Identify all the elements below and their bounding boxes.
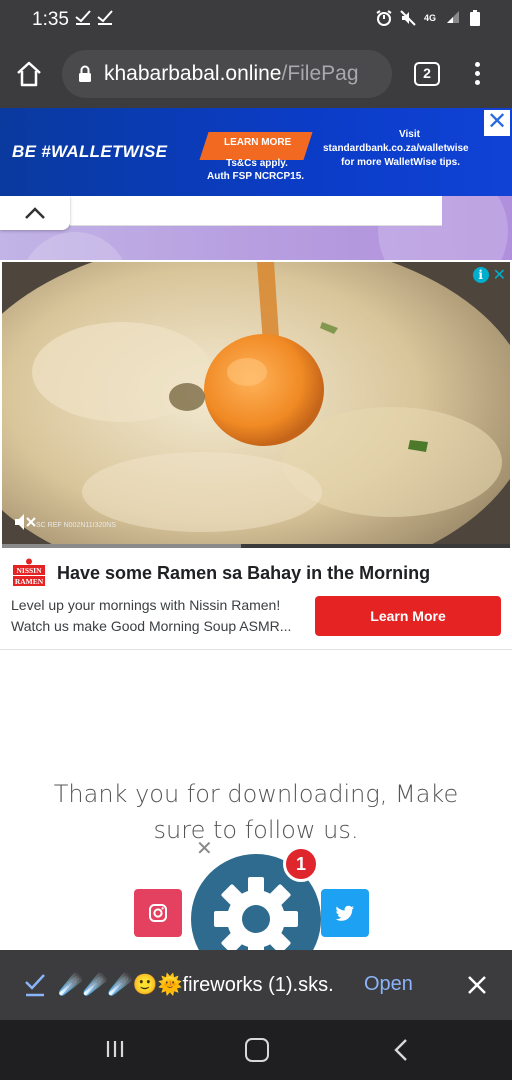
recent-apps-icon[interactable]	[104, 1038, 126, 1060]
popup-close-icon[interactable]: ✕	[196, 836, 213, 861]
chevron-up-icon	[25, 207, 45, 219]
learn-more-button[interactable]: Learn More	[315, 596, 501, 636]
status-bar: 1:35 4G	[0, 0, 512, 40]
signal-icon	[446, 10, 460, 26]
dismiss-download-icon[interactable]	[466, 974, 488, 996]
status-time: 1:35	[32, 9, 69, 30]
volume-muted-icon[interactable]	[14, 512, 36, 532]
banner-visit-3: for more WalletWise tips.	[341, 157, 461, 168]
adchoices[interactable]: i ✕	[472, 265, 506, 285]
banner-ad[interactable]: BE #WALLETWISE LEARN MORE Ts&Cs apply. A…	[0, 108, 512, 196]
banner-terms-2: Auth FSP NCRCP15.	[207, 171, 305, 182]
download-complete-icon	[74, 8, 92, 31]
back-icon[interactable]	[392, 1038, 410, 1062]
ad-info-icon[interactable]: i	[472, 267, 489, 283]
page-header-background	[0, 196, 512, 260]
decorative-bubble	[20, 232, 130, 260]
url-path: /FilePag	[281, 62, 359, 85]
video-player[interactable]: i ✕ SC REF N002N11I320NS	[2, 262, 510, 546]
home-nav-icon[interactable]	[245, 1038, 269, 1062]
battery-icon	[470, 10, 484, 26]
video-progress-bar[interactable]	[2, 544, 510, 548]
logo-line-2: RAMEN	[15, 577, 44, 586]
download-complete-icon-2	[96, 8, 114, 31]
banner-visit-1: Visit	[399, 129, 420, 140]
alarm-icon	[376, 10, 392, 26]
url-text: khabarbabal.online/FilePag	[104, 62, 359, 86]
ad-title[interactable]: Have some Ramen sa Bahay in the Morning	[57, 563, 430, 584]
collapsed-ad-panel	[70, 196, 442, 226]
overflow-menu-icon[interactable]	[470, 62, 484, 88]
banner-headline: BE #WALLETWISE	[12, 142, 168, 161]
video-ad[interactable]: i ✕ SC REF N002N11I320NS NISSIN RAMEN Ha…	[0, 260, 512, 650]
collapse-ad-button[interactable]	[0, 196, 70, 230]
download-check-icon	[25, 974, 45, 997]
phone-screen: 1:35 4G khabarbabal.online/FilePag 2 BE …	[0, 0, 512, 1080]
thank-you-line-2: sure to follow us.	[153, 816, 359, 844]
status-icons: 4G	[376, 10, 484, 26]
notification-badge: 1	[283, 846, 319, 882]
downloaded-file-name: ☄️☄️☄️🙂🌞fireworks (1).sks.	[58, 974, 334, 996]
network-type: 4G	[423, 13, 436, 23]
instagram-button[interactable]	[134, 889, 182, 937]
home-icon	[17, 61, 41, 87]
banner-terms-1: Ts&Cs apply.	[226, 158, 288, 169]
ad-description: Level up your mornings with Nissin Ramen…	[11, 597, 292, 634]
banner-visit-2: standardbank.co.za/walletwise	[323, 143, 469, 154]
ramen-video-frame	[2, 262, 510, 546]
url-host: khabarbabal.online	[104, 62, 282, 85]
download-complete-bar: ☄️☄️☄️🙂🌞fireworks (1).sks. Open	[0, 950, 512, 1020]
browser-toolbar: khabarbabal.online/FilePag 2	[0, 40, 512, 108]
open-download-link[interactable]: Open	[364, 973, 413, 996]
twitter-button[interactable]	[321, 889, 369, 937]
thank-you-line-1: Thank you for downloading, Make	[53, 780, 459, 808]
instagram-icon	[149, 904, 167, 922]
twitter-icon	[335, 905, 354, 921]
ad-close-icon[interactable]: ✕	[493, 265, 506, 285]
ad-ref-code: SC REF N002N11I320NS	[36, 522, 117, 529]
mute-icon	[400, 10, 416, 26]
tab-switcher-button[interactable]: 2	[414, 62, 440, 86]
video-progress-fill	[2, 544, 241, 548]
nissin-ramen-logo: NISSIN RAMEN	[12, 558, 46, 588]
system-navigation-bar	[0, 1020, 512, 1080]
logo-line-1: NISSIN	[16, 566, 42, 575]
banner-close-icon[interactable]: ✕	[484, 110, 510, 136]
address-bar[interactable]: khabarbabal.online/FilePag	[62, 50, 392, 98]
lock-icon	[79, 65, 91, 82]
home-button[interactable]	[14, 59, 44, 89]
thank-you-message: Thank you for downloading, Make sure to …	[40, 776, 472, 848]
banner-cta-label[interactable]: LEARN MORE	[224, 137, 291, 148]
